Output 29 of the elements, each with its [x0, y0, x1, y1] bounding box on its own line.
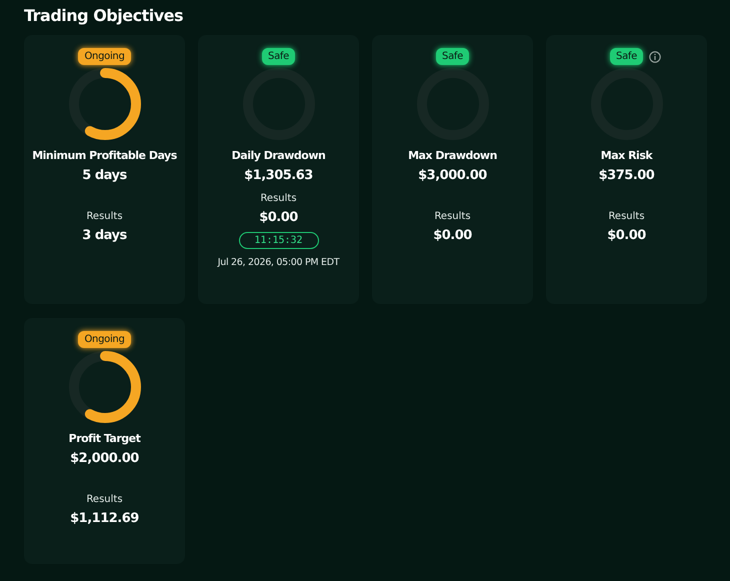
status-badge: Ongoing: [78, 48, 131, 65]
results-label: Results: [260, 193, 297, 204]
objective-name: Minimum Profitable Days: [32, 149, 177, 162]
target-value: $375.00: [598, 168, 654, 183]
result-value: 3 days: [82, 228, 127, 243]
results-label: Results: [86, 211, 123, 222]
result-value: $1,112.69: [70, 511, 139, 526]
status-badge: Safe: [610, 48, 643, 65]
target-value: $2,000.00: [70, 451, 139, 466]
results-label: Results: [86, 494, 123, 505]
status-badge: Safe: [436, 48, 469, 65]
countdown-timer: 11:15:32: [238, 232, 318, 249]
result-value: $0.00: [433, 228, 472, 243]
results-label: Results: [434, 211, 471, 222]
target-value: $3,000.00: [418, 168, 487, 183]
target-value: 5 days: [82, 168, 127, 183]
section-title: Trading Objectives: [24, 6, 184, 25]
deadline-text: Jul 26, 2026, 05:00 PM EDT: [218, 257, 340, 268]
objective-name: Daily Drawdown: [232, 149, 326, 162]
objective-name: Max Risk: [600, 149, 652, 162]
results-label: Results: [608, 211, 645, 222]
result-value: $0.00: [607, 228, 646, 243]
objective-name: Max Drawdown: [408, 149, 497, 162]
result-value: $0.00: [259, 210, 298, 225]
target-value: $1,305.63: [244, 168, 313, 183]
status-badge: Ongoing: [78, 331, 131, 348]
info-icon[interactable]: [648, 50, 661, 62]
status-badge: Safe: [262, 48, 295, 65]
objective-name: Profit Target: [68, 432, 140, 445]
